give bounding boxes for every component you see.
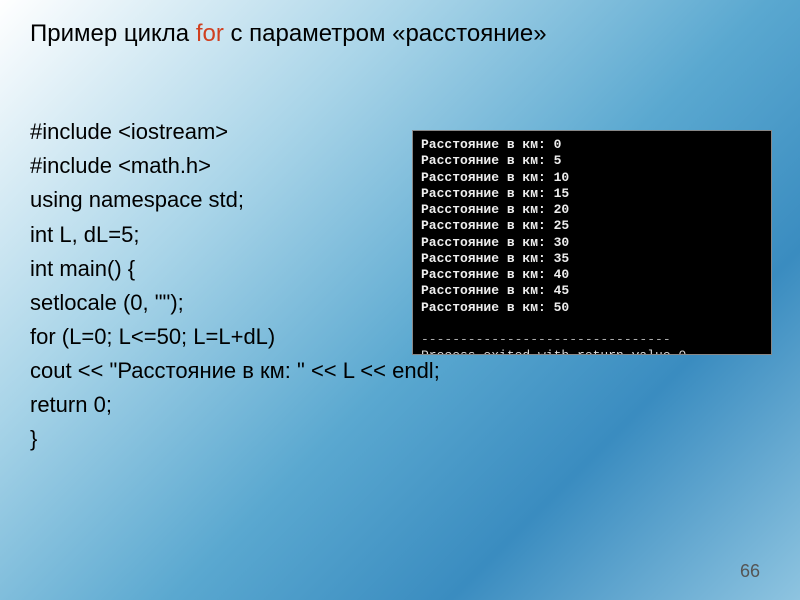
slide: Пример цикла for с параметром «расстояни…	[0, 0, 800, 600]
slide-title: Пример цикла for с параметром «расстояни…	[30, 18, 770, 49]
code-line: #include <math.h>	[30, 153, 211, 178]
console-line: Расстояние в км: 40	[421, 267, 763, 283]
console-exit: Process exited with return value 0	[421, 348, 763, 355]
code-line: using namespace std;	[30, 187, 244, 212]
console-line: Расстояние в км: 50	[421, 300, 763, 316]
code-line: for (L=0; L<=50; L=L+dL)	[30, 324, 275, 349]
code-line: cout << "Расстояние в км: " << L << endl…	[30, 358, 440, 383]
console-blank	[421, 316, 763, 332]
code-line: setlocale (0, "");	[30, 290, 184, 315]
title-after: с параметром «расстояние»	[224, 20, 547, 47]
title-before: Пример цикла	[30, 20, 196, 47]
console-line: Расстояние в км: 10	[421, 170, 763, 186]
page-number: 66	[740, 561, 760, 582]
console-line: Расстояние в км: 45	[421, 283, 763, 299]
console-line: Расстояние в км: 25	[421, 218, 763, 234]
console-divider: --------------------------------	[421, 332, 763, 348]
code-line: }	[30, 426, 37, 451]
console-line: Расстояние в км: 35	[421, 251, 763, 267]
code-line: int L, dL=5;	[30, 222, 139, 247]
code-block: #include <iostream> #include <math.h> us…	[30, 81, 440, 490]
code-line: #include <iostream>	[30, 119, 228, 144]
code-line: int main() {	[30, 256, 135, 281]
console-line: Расстояние в км: 30	[421, 235, 763, 251]
console-line: Расстояние в км: 15	[421, 186, 763, 202]
console-line: Расстояние в км: 5	[421, 153, 763, 169]
console-output: Расстояние в км: 0 Расстояние в км: 5 Ра…	[412, 130, 772, 355]
console-line: Расстояние в км: 0	[421, 137, 763, 153]
code-line: return 0;	[30, 392, 112, 417]
title-keyword: for	[196, 20, 224, 47]
console-line: Расстояние в км: 20	[421, 202, 763, 218]
